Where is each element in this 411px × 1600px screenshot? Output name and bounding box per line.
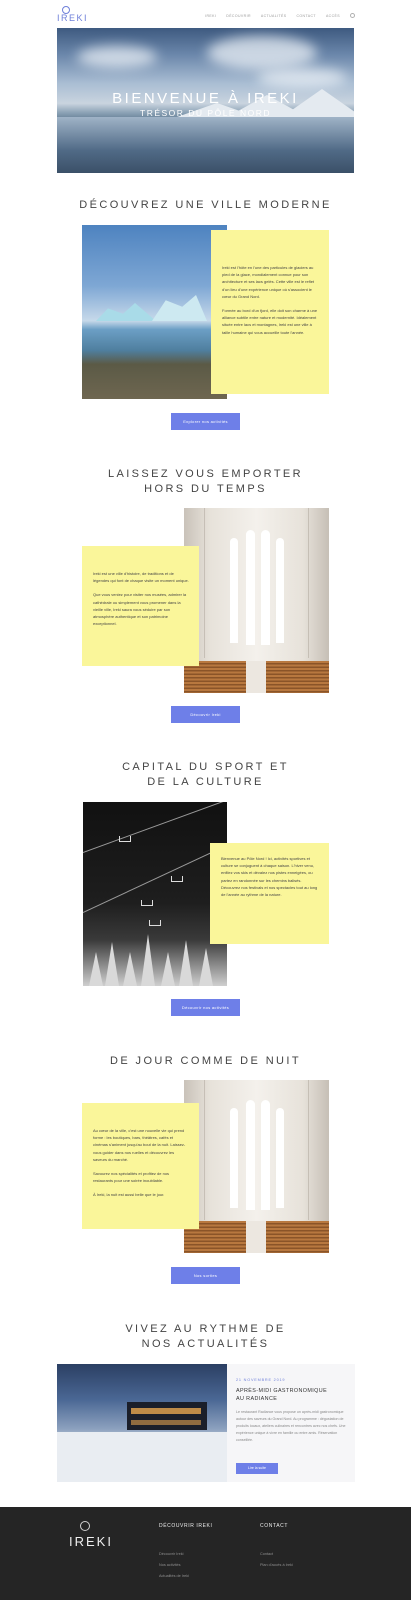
hero-subtitle: TRÉSOR DU PÔLE NORD: [140, 108, 271, 118]
nav-item[interactable]: ACCÈS: [326, 14, 340, 18]
search-icon[interactable]: [350, 13, 355, 18]
logo-icon[interactable]: [80, 1521, 90, 1531]
section-title: VIVEZ AU RYTHME DE NOS ACTUALITÉS: [125, 1323, 286, 1350]
footer-link[interactable]: Découvrir Ireki: [159, 1552, 183, 1556]
footer-link[interactable]: Nos activités: [159, 1563, 181, 1567]
text-card: Ireki est une ville d'histoire, de tradi…: [82, 546, 199, 666]
hero-title: BIENVENUE À IREKI: [112, 90, 299, 107]
section-title: DÉCOUVREZ UNE VILLE MODERNE: [79, 199, 332, 211]
ski-lift-photo: [83, 802, 227, 986]
discover-activities-button[interactable]: Découvrir nos activités: [171, 999, 240, 1016]
site-logo[interactable]: IREKI: [57, 13, 88, 23]
hero-banner: BIENVENUE À IREKI TRÉSOR DU PÔLE NORD: [57, 28, 354, 173]
news-headline[interactable]: APRÈS-MIDI GASTRONOMIQUE AU RADIANCE: [236, 1387, 346, 1403]
glacier-photo: [82, 225, 227, 399]
footer-col-title: DÉCOUVRIR IREKI: [159, 1523, 213, 1529]
section-title: DE JOUR COMME DE NUIT: [110, 1055, 301, 1067]
footer: IREKI DÉCOUVRIR IREKI Découvrir Ireki No…: [0, 1507, 411, 1600]
main-nav: IREKI DÉCOUVRIR ACTUALITÉS CONTACT ACCÈS: [205, 13, 355, 18]
news-image[interactable]: [57, 1364, 227, 1482]
section-title: CAPITAL DU SPORT ET DE LA CULTURE: [122, 761, 289, 788]
news-card: 21 NOVEMBRE 2019 APRÈS-MIDI GASTRONOMIQU…: [227, 1364, 355, 1482]
footer-link[interactable]: Actualités de Ireki: [159, 1574, 189, 1578]
discover-ireki-button[interactable]: Découvrir Ireki: [171, 706, 240, 723]
cathedral-photo: [184, 508, 329, 693]
nav-item[interactable]: DÉCOUVRIR: [226, 14, 251, 18]
nav-item[interactable]: ACTUALITÉS: [261, 14, 287, 18]
footer-link[interactable]: Contact: [260, 1552, 273, 1556]
cathedral-photo: [184, 1080, 329, 1253]
footer-logo[interactable]: IREKI: [69, 1534, 113, 1549]
nav-item[interactable]: CONTACT: [296, 14, 315, 18]
news-date: 21 NOVEMBRE 2019: [236, 1378, 286, 1382]
text-card: Au cœur de la ville, c'est une nouvelle …: [82, 1103, 199, 1229]
text-card: Bienvenue au Pôle Nord ! Ici, activités …: [210, 843, 329, 944]
footer-col-title: CONTACT: [260, 1523, 288, 1529]
outings-button[interactable]: Nos sorties: [171, 1267, 240, 1284]
news-excerpt: Le restaurant Radiance vous propose un a…: [236, 1410, 346, 1442]
text-card: Ireki est l'hôte en l'une des particules…: [211, 230, 329, 394]
read-more-button[interactable]: Lire la suite: [236, 1463, 278, 1474]
section-title: LAISSEZ VOUS EMPORTER HORS DU TEMPS: [107, 468, 304, 495]
nav-item[interactable]: IREKI: [205, 14, 216, 18]
explore-activities-button[interactable]: Explorer nos activités: [171, 413, 240, 430]
footer-link[interactable]: Plan d'accès à Ireki: [260, 1563, 293, 1567]
